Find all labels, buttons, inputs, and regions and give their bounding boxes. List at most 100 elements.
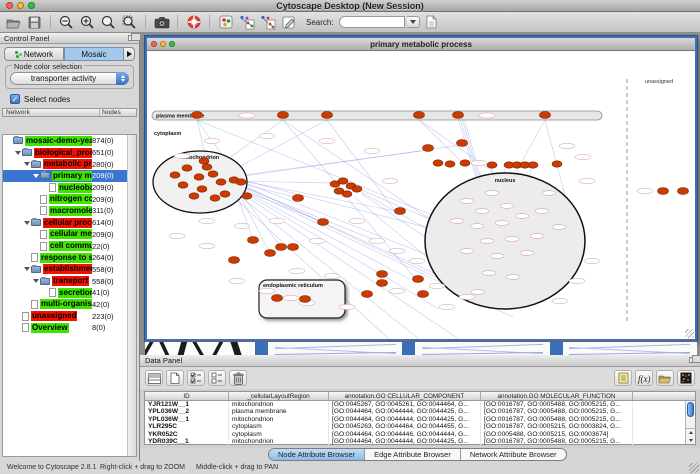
nodes-column-header[interactable]: Nodes	[100, 109, 136, 116]
column-header-region[interactable]: _cellularLayoutRegion	[229, 392, 329, 400]
column-header-molecular-function[interactable]: annotation.GO MOLECULAR_FUNCTION	[481, 392, 633, 400]
scrollbar-arrows[interactable]	[686, 428, 696, 444]
tree-item[interactable]: secretion41(0)	[3, 287, 136, 299]
background-window-thumbnail[interactable]	[415, 342, 549, 355]
scrollbar-thumb[interactable]	[687, 402, 694, 417]
delete-attribute-button[interactable]	[229, 370, 247, 386]
tree-item[interactable]: transport558(0)	[3, 275, 136, 287]
app-titlebar[interactable]: Cytoscape Desktop (New Session)	[0, 0, 700, 12]
network-view-window[interactable]: primary metabolic process	[145, 36, 697, 341]
table-row[interactable]: YPL036W__2plasma membrane[GO:0044464, GO…	[145, 408, 695, 415]
tree-scrollbar[interactable]	[127, 135, 136, 456]
background-window-edge[interactable]	[550, 342, 563, 355]
tree-item[interactable]: nitrogen compou209(0)	[3, 193, 136, 205]
scroll-up-icon[interactable]	[689, 431, 693, 434]
tree-item[interactable]: cell communicat22(0)	[3, 240, 136, 252]
select-attributes-button[interactable]	[145, 370, 163, 386]
tree-item[interactable]: cellular metabol209(0)	[3, 229, 136, 241]
search-options-button[interactable]	[407, 16, 420, 28]
tree-item[interactable]: biological_process651(0)	[3, 147, 136, 159]
annotation-button[interactable]	[279, 13, 298, 31]
tree-item[interactable]: metabolic process280(0)	[3, 158, 136, 170]
app-resize-grip[interactable]	[689, 463, 699, 473]
zoom-in-button[interactable]	[78, 13, 97, 31]
open-session-button[interactable]	[4, 13, 23, 31]
attribute-browser-tabs: Node Attribute Browser Edge Attribute Br…	[268, 448, 567, 461]
background-windows[interactable]	[145, 341, 697, 355]
zoom-selected-button[interactable]	[120, 13, 139, 31]
help-button[interactable]	[184, 13, 203, 31]
new-attribute-button[interactable]	[166, 370, 184, 386]
network-canvas[interactable]: plasma membrane cytoplasm mitochondrion …	[147, 51, 695, 339]
table-row[interactable]: YJR121W__1mitochondrion[GO:0045267, GO:0…	[145, 401, 695, 408]
search-label: Search:	[306, 18, 334, 27]
background-window-thumbnail[interactable]	[145, 342, 255, 355]
table-row[interactable]: YPL036W__1mitochondrion[GO:0044464, GO:0…	[145, 416, 695, 423]
expand-toggle-icon[interactable]	[32, 174, 39, 178]
tab-mosaic[interactable]: Mosaic	[64, 47, 124, 61]
svg-text:f(x): f(x)	[638, 374, 651, 384]
expand-toggle-icon[interactable]	[23, 267, 30, 271]
import-attributes-button[interactable]	[656, 370, 674, 386]
import-network-button[interactable]	[422, 13, 441, 31]
background-window-edge[interactable]	[255, 342, 268, 355]
tree-item[interactable]: Overview8(0)	[3, 322, 136, 334]
background-window-thumbnail[interactable]	[268, 342, 402, 355]
tree-item[interactable]: nucleobase-cont209(0)	[3, 182, 136, 194]
matrix-view-button[interactable]	[677, 370, 695, 386]
tab-overflow-button[interactable]	[124, 47, 135, 61]
expand-toggle-icon[interactable]	[32, 279, 39, 283]
table-row[interactable]: YKR052Ccytoplasm[GO:0044464, GO:0044446,…	[145, 431, 695, 438]
tree-item[interactable]: cellular process614(0)	[3, 217, 136, 229]
notepad-icon	[618, 372, 629, 384]
tree-column-headers[interactable]: Network Nodes	[2, 108, 137, 117]
tree-item[interactable]: response to stimul264(0)	[3, 252, 136, 264]
tree-item[interactable]: mosaic-demo-yeast874(0)	[3, 135, 136, 147]
tree-item[interactable]: unassigned223(0)	[3, 310, 136, 322]
nucleus-region[interactable]	[425, 173, 585, 309]
unselect-all-attributes-button[interactable]	[208, 370, 226, 386]
table-scrollbar[interactable]	[685, 401, 695, 444]
tab-edge-attribute-browser[interactable]: Edge Attribute Browser	[365, 449, 461, 460]
tab-mosaic-label: Mosaic	[81, 50, 106, 59]
expand-network-button[interactable]	[258, 13, 277, 31]
zoom-out-button[interactable]	[57, 13, 76, 31]
tree-item-selected[interactable]: primary metabolic209(0)	[3, 170, 136, 182]
tab-network[interactable]: Network	[4, 47, 64, 61]
plasma-membrane-region[interactable]	[152, 111, 602, 120]
vizmapper-button[interactable]	[216, 13, 235, 31]
chevron-right-icon	[127, 51, 132, 57]
snapshot-button[interactable]	[152, 13, 171, 31]
function-builder-button[interactable]: f(x)	[635, 370, 653, 386]
column-header-cellular-component[interactable]: annotation.GO CELLULAR_COMPONENT	[329, 392, 481, 400]
expand-toggle-icon[interactable]	[14, 151, 21, 155]
node-attribute-table[interactable]: ID _cellularLayoutRegion annotation.GO C…	[144, 391, 696, 445]
float-panel-icon[interactable]	[128, 35, 136, 41]
network-column-header[interactable]: Network	[3, 109, 100, 116]
node-color-dropdown[interactable]: transporter activity	[10, 72, 129, 85]
tree-item[interactable]: macromolecule311(0)	[3, 205, 136, 217]
zoom-fit-button[interactable]	[99, 13, 118, 31]
tree-item[interactable]: multi-organism pro42(0)	[3, 299, 136, 311]
table-row[interactable]: YLR295Ccytoplasm[GO:0045263, GO:0044464,…	[145, 423, 695, 430]
attribute-notes-button[interactable]	[614, 370, 632, 386]
save-session-button[interactable]	[25, 13, 44, 31]
float-panel-icon[interactable]	[689, 357, 697, 363]
expand-toggle-icon[interactable]	[23, 162, 30, 166]
open-folder-icon	[6, 16, 21, 29]
background-window-edge[interactable]	[402, 342, 415, 355]
search-input[interactable]	[339, 16, 405, 28]
select-nodes-checkbox[interactable]	[10, 94, 20, 104]
tab-network-attribute-browser[interactable]: Network Attribute Browser	[461, 449, 566, 460]
window-resize-grip[interactable]	[685, 329, 694, 338]
scroll-down-icon[interactable]	[689, 439, 693, 442]
tree-item[interactable]: establishment of lo558(0)	[3, 264, 136, 276]
table-row[interactable]: YDR039C__1mitochondrion[GO:0044464, GO:0…	[145, 438, 695, 445]
column-header-id[interactable]: ID	[145, 392, 229, 400]
tab-node-attribute-browser[interactable]: Node Attribute Browser	[269, 449, 365, 460]
expand-toggle-icon[interactable]	[23, 221, 30, 225]
select-all-attributes-button[interactable]	[187, 370, 205, 386]
background-window-thumbnail[interactable]	[563, 342, 697, 355]
network-window-titlebar[interactable]: primary metabolic process	[147, 38, 695, 51]
first-neighbors-button[interactable]	[237, 13, 256, 31]
